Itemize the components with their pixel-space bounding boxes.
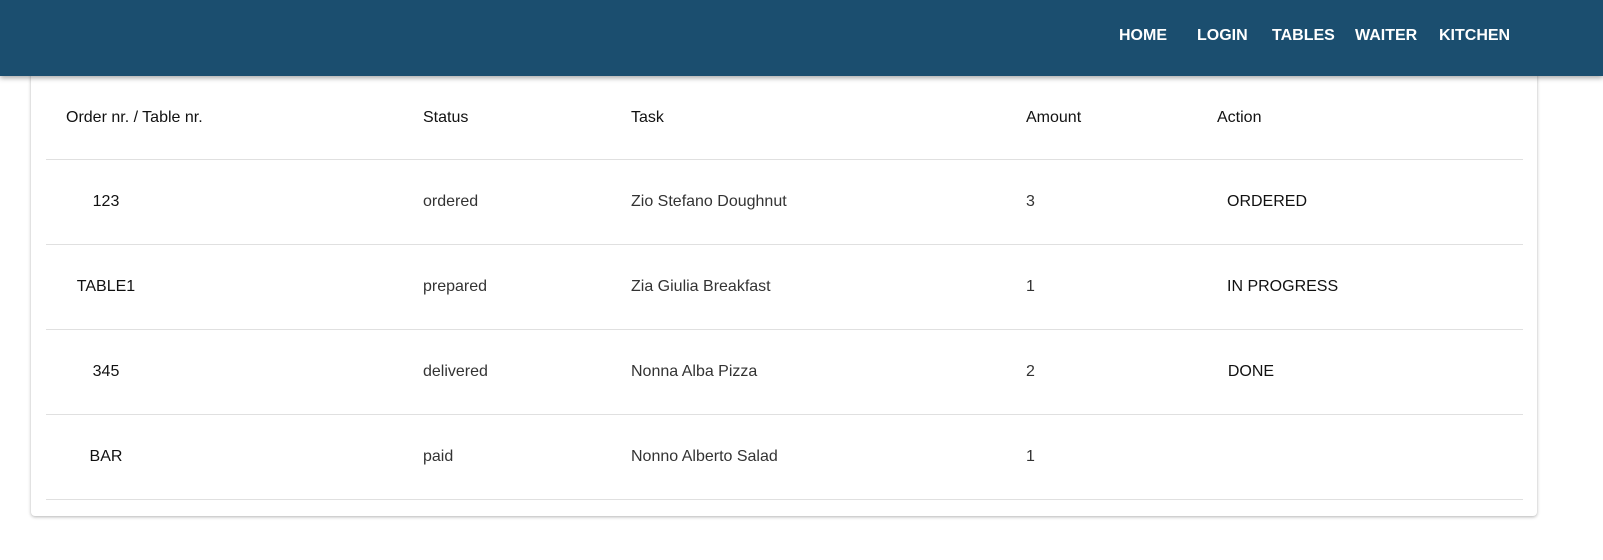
amount-cell: 2 [1026, 329, 1217, 415]
amount-cell: 1 [1026, 244, 1217, 330]
table-row: 345 delivered Nonna Alba Pizza 2 DONE [46, 329, 1523, 415]
action-button[interactable]: DONE [1219, 357, 1283, 387]
table-row: TABLE1 prepared Zia Giulia Breakfast 1 I… [46, 244, 1523, 330]
header-order: Order nr. / Table nr. [46, 76, 423, 160]
nav-home[interactable]: HOME [1119, 27, 1167, 45]
app-bar: HOME LOGIN TABLES WAITER KITCHEN [0, 0, 1603, 76]
task-cell: Zia Giulia Breakfast [631, 244, 1026, 330]
status-cell: delivered [423, 329, 631, 415]
action-button[interactable]: IN PROGRESS [1219, 272, 1346, 302]
header-status: Status [423, 76, 631, 160]
task-cell: Zio Stefano Doughnut [631, 159, 1026, 245]
amount-cell: 1 [1026, 414, 1217, 500]
task-cell: Nonno Alberto Salad [631, 414, 1026, 500]
order-button[interactable]: TABLE1 [66, 278, 146, 296]
table-row: BAR paid Nonno Alberto Salad 1 [46, 414, 1523, 500]
status-cell: prepared [423, 244, 631, 330]
nav-waiter[interactable]: WAITER [1355, 27, 1417, 45]
nav-login[interactable]: LOGIN [1197, 27, 1248, 45]
action-button[interactable]: ORDERED [1219, 187, 1315, 217]
header-amount: Amount [1026, 76, 1217, 160]
header-task: Task [631, 76, 1026, 160]
order-button[interactable]: BAR [66, 448, 146, 466]
nav-kitchen[interactable]: KITCHEN [1439, 27, 1510, 45]
order-button[interactable]: 123 [66, 193, 146, 211]
amount-cell: 3 [1026, 159, 1217, 245]
status-cell: ordered [423, 159, 631, 245]
orders-card: Order nr. / Table nr. Status Task Amount… [31, 70, 1537, 516]
task-cell: Nonna Alba Pizza [631, 329, 1026, 415]
table-row: 123 ordered Zio Stefano Doughnut 3 ORDER… [46, 159, 1523, 245]
nav-tables[interactable]: TABLES [1272, 27, 1335, 45]
orders-table: Order nr. / Table nr. Status Task Amount… [46, 76, 1523, 500]
order-button[interactable]: 345 [66, 363, 146, 381]
action-cell [1217, 414, 1523, 500]
status-cell: paid [423, 414, 631, 500]
header-action: Action [1217, 76, 1523, 160]
table-header-row: Order nr. / Table nr. Status Task Amount… [46, 76, 1523, 160]
